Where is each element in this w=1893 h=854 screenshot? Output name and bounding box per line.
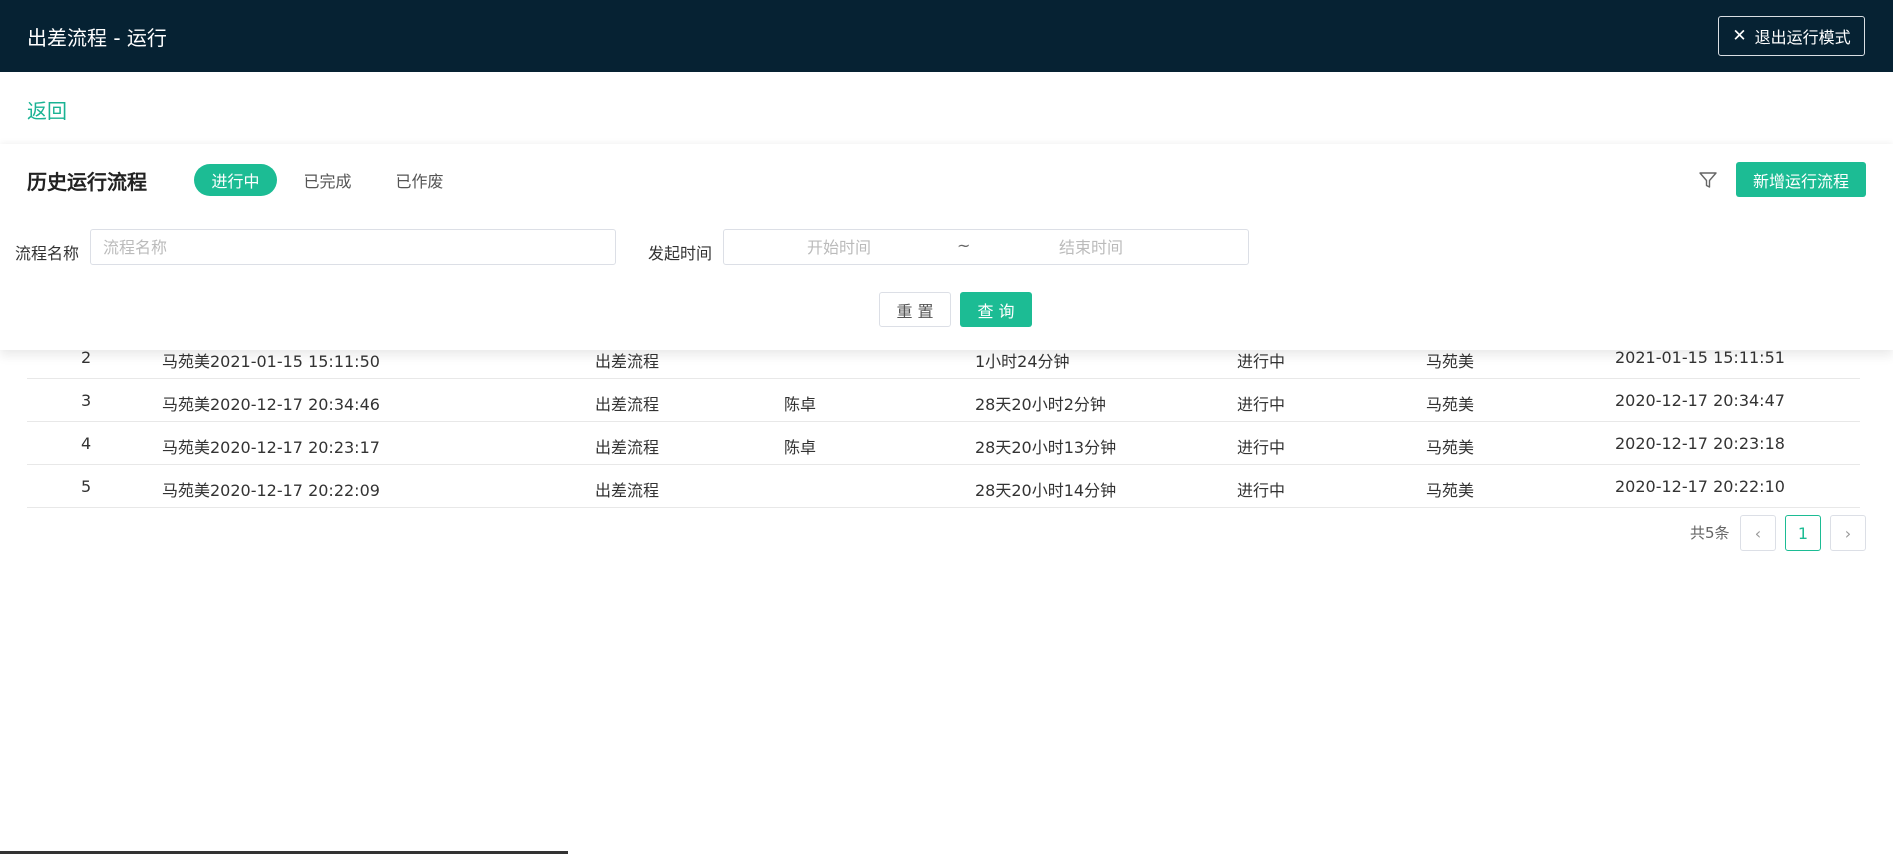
cell-flow: 出差流程	[595, 481, 660, 500]
cell-time: 2020-12-17 20:22:10	[1615, 477, 1785, 496]
cell-initiator: 马苑美	[1426, 438, 1475, 457]
cell-flow: 出差流程	[595, 395, 660, 414]
back-bar: 返回	[0, 72, 1893, 142]
cell-status: 进行中	[1237, 438, 1286, 457]
next-page-button[interactable]: ›	[1830, 515, 1866, 551]
filter-icon[interactable]	[1697, 169, 1719, 191]
prev-page-button[interactable]: ‹	[1740, 515, 1776, 551]
exit-run-mode-label: 退出运行模式	[1754, 28, 1851, 47]
cell-initiator: 马苑美	[1426, 481, 1475, 500]
cell-duration: 1小时24分钟	[975, 352, 1070, 371]
cell-index: 2	[81, 348, 92, 367]
cell-initiator: 马苑美	[1426, 395, 1475, 414]
page-title: 出差流程 - 运行	[27, 26, 167, 50]
cell-duration: 28天20小时14分钟	[975, 481, 1117, 500]
cell-time: 2020-12-17 20:34:47	[1615, 391, 1785, 410]
cell-time: 2021-01-15 15:11:51	[1615, 348, 1785, 367]
history-panel: 历史运行流程 进行中 已完成 已作废 新增运行流程 流程名称 发起时间 ~ 重 …	[0, 144, 1893, 350]
cell-time: 2020-12-17 20:23:18	[1615, 434, 1785, 453]
chevron-right-icon: ›	[1844, 523, 1852, 543]
chevron-left-icon: ‹	[1754, 523, 1762, 543]
tab-in-progress[interactable]: 进行中	[194, 164, 277, 196]
close-icon: ✕	[1732, 25, 1747, 46]
range-separator: ~	[957, 236, 971, 255]
cell-handler: 陈卓	[784, 438, 817, 457]
cell-status: 进行中	[1237, 395, 1286, 414]
exit-run-mode-button[interactable]: ✕ 退出运行模式	[1718, 16, 1865, 56]
table-row[interactable]: 3 马苑美2020-12-17 20:34:46 出差流程 陈卓 28天20小时…	[27, 379, 1860, 422]
pagination-total: 共5条	[1690, 524, 1730, 542]
flow-name-input[interactable]	[90, 229, 616, 265]
cell-name: 马苑美2021-01-15 15:11:50	[162, 352, 380, 371]
cell-name: 马苑美2020-12-17 20:23:17	[162, 438, 380, 457]
start-time-label: 发起时间	[648, 244, 713, 263]
cell-name: 马苑美2020-12-17 20:34:46	[162, 395, 380, 414]
back-link[interactable]: 返回	[27, 95, 67, 124]
page-button-current[interactable]: 1	[1785, 515, 1821, 551]
top-bar: 出差流程 - 运行 ✕ 退出运行模式	[0, 0, 1893, 72]
panel-title: 历史运行流程	[27, 170, 147, 194]
query-button[interactable]: 查 询	[960, 292, 1032, 327]
cell-duration: 28天20小时13分钟	[975, 438, 1117, 457]
cell-status: 进行中	[1237, 481, 1286, 500]
table-row[interactable]: 4 马苑美2020-12-17 20:23:17 出差流程 陈卓 28天20小时…	[27, 422, 1860, 465]
table-row[interactable]: 5 马苑美2020-12-17 20:22:09 出差流程 28天20小时14分…	[27, 465, 1860, 508]
cell-flow: 出差流程	[595, 352, 660, 371]
tab-voided[interactable]: 已作废	[382, 164, 457, 196]
flow-name-label: 流程名称	[15, 244, 80, 263]
reset-button[interactable]: 重 置	[879, 292, 951, 327]
cell-status: 进行中	[1237, 352, 1286, 371]
cell-initiator: 马苑美	[1426, 352, 1475, 371]
date-range-picker: ~	[723, 229, 1249, 265]
end-time-input[interactable]	[986, 230, 1196, 264]
cell-index: 3	[81, 391, 92, 410]
cell-flow: 出差流程	[595, 438, 660, 457]
cell-name: 马苑美2020-12-17 20:22:09	[162, 481, 380, 500]
cell-handler: 陈卓	[784, 395, 817, 414]
cell-index: 4	[81, 434, 92, 453]
start-time-input[interactable]	[734, 230, 944, 264]
add-run-flow-button[interactable]: 新增运行流程	[1736, 162, 1866, 197]
tab-completed[interactable]: 已完成	[290, 164, 365, 196]
cell-index: 5	[81, 477, 92, 496]
flow-table: 2 马苑美2021-01-15 15:11:50 出差流程 1小时24分钟 进行…	[27, 336, 1860, 508]
cell-duration: 28天20小时2分钟	[975, 395, 1106, 414]
